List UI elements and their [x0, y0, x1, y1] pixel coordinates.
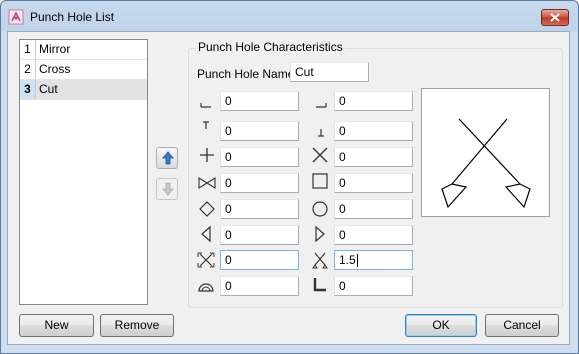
top-right-corner-field[interactable]: 0	[334, 91, 413, 111]
diamond-icon	[199, 201, 215, 217]
new-button[interactable]: New	[19, 314, 94, 337]
move-down-button[interactable]	[156, 178, 178, 200]
arrow-up-icon	[162, 151, 174, 165]
top-right-corner-icon	[316, 103, 327, 108]
app-icon	[8, 9, 24, 25]
list-item[interactable]: 1 Mirror	[20, 40, 147, 60]
inverted-t-field[interactable]: 0	[334, 121, 413, 141]
close-button[interactable]	[541, 9, 569, 26]
top-left-corner-field[interactable]: 0	[220, 91, 299, 111]
square-field[interactable]: 0	[334, 173, 413, 193]
group-label: Punch Hole Characteristics	[196, 40, 345, 54]
cancel-button[interactable]: Cancel	[485, 314, 559, 337]
bowtie-field[interactable]: 0	[220, 173, 299, 193]
punch-hole-name-input[interactable]: Cut	[290, 62, 369, 82]
window-title: Punch Hole List	[30, 10, 115, 24]
diamond-field[interactable]: 0	[220, 199, 299, 219]
punch-hole-preview	[421, 88, 550, 217]
circle-field[interactable]: 0	[334, 199, 413, 219]
ok-button[interactable]: OK	[405, 314, 477, 337]
semicircle-field[interactable]: 0	[220, 276, 299, 296]
arrow-down-icon	[162, 182, 174, 196]
punch-hole-name-label: Punch Hole Name:	[197, 67, 298, 81]
scissors-cut-small-icon	[312, 252, 328, 269]
t-shape-icon	[203, 121, 209, 129]
t-shape-field[interactable]: 0	[220, 121, 299, 141]
list-item-index: 1	[20, 40, 36, 59]
list-item-selected[interactable]: 3 Cut	[20, 80, 147, 100]
triangle-right-icon	[315, 225, 325, 243]
title-bar[interactable]: Punch Hole List	[1, 1, 578, 32]
move-up-button[interactable]	[156, 147, 178, 169]
scissors-cut-small-value: 1.5	[339, 253, 356, 267]
semicircle-icon	[198, 283, 214, 292]
list-item[interactable]: 2 Cross	[20, 60, 147, 80]
list-item-index: 3	[20, 80, 36, 99]
plus-field[interactable]: 0	[220, 147, 299, 167]
list-item-name: Cross	[39, 62, 71, 76]
punch-hole-list[interactable]: 1 Mirror 2 Cross 3 Cut	[19, 39, 148, 305]
inverted-t-icon	[318, 129, 324, 137]
list-item-name: Cut	[39, 82, 58, 96]
triangle-left-icon	[201, 225, 211, 243]
l-corner-icon	[313, 278, 326, 292]
list-item-name: Mirror	[39, 42, 71, 56]
text-caret	[356, 254, 358, 268]
scissors-cut-small-field[interactable]: 1.5	[334, 250, 413, 270]
scissors-cut-icon	[197, 252, 215, 268]
remove-button[interactable]: Remove	[100, 314, 174, 337]
l-corner-field[interactable]: 0	[334, 276, 413, 296]
plus-icon	[200, 148, 214, 162]
triangle-left-field[interactable]: 0	[220, 225, 299, 245]
list-item-index: 2	[20, 60, 36, 79]
punch-hole-name-value: Cut	[295, 65, 314, 79]
scissors-cut-field[interactable]: 0	[220, 250, 299, 270]
x-cross-field[interactable]: 0	[334, 147, 413, 167]
top-left-corner-icon	[200, 103, 211, 108]
triangle-right-field[interactable]: 0	[334, 225, 413, 245]
circle-icon	[312, 201, 328, 217]
cut-shape-preview	[441, 118, 531, 209]
bowtie-icon	[198, 177, 216, 189]
square-icon	[312, 173, 328, 189]
x-cross-icon	[312, 147, 328, 163]
close-icon	[550, 13, 560, 22]
